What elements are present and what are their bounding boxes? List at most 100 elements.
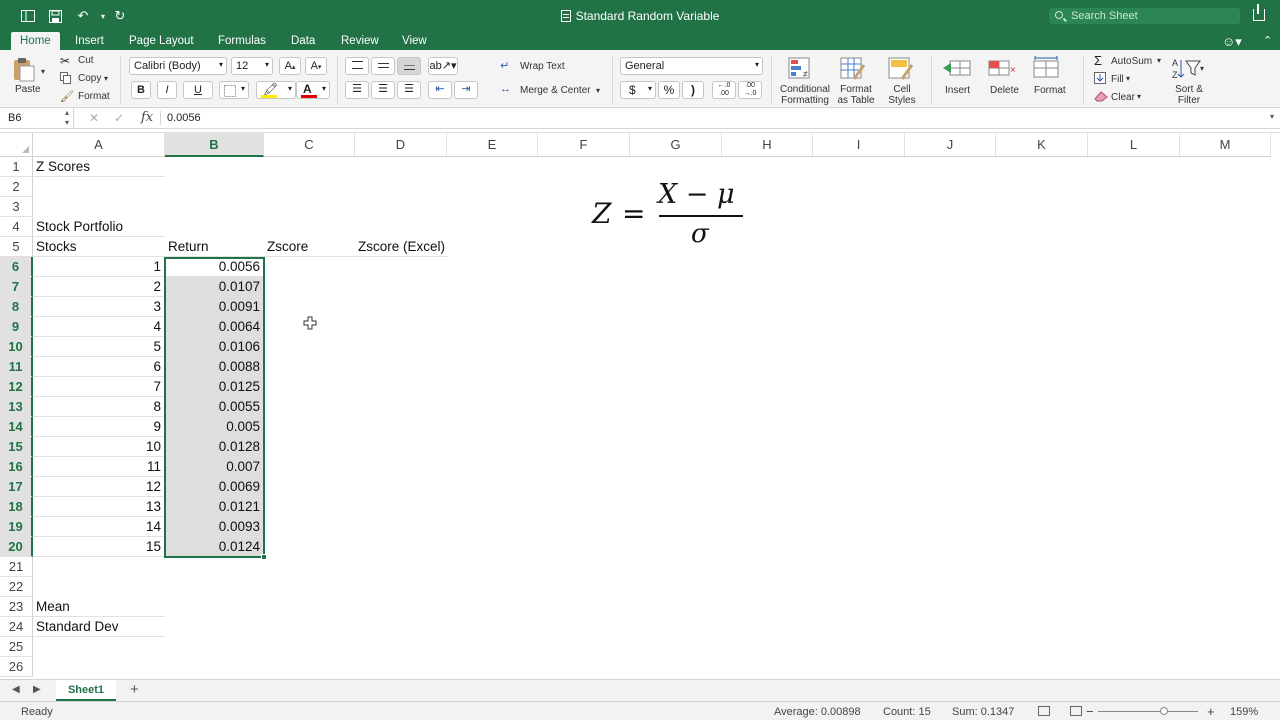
cell-b20[interactable]: 0.0124 xyxy=(165,537,264,557)
row-header-5[interactable]: 5 xyxy=(0,237,33,257)
row-header-24[interactable]: 24 xyxy=(0,617,33,637)
sort-filter-icon[interactable]: A Z ▾ xyxy=(1172,57,1206,84)
previous-sheet-icon[interactable]: ◀ xyxy=(12,684,20,695)
cell-b15[interactable]: 0.0128 xyxy=(165,437,264,457)
cell-a18[interactable]: 13 xyxy=(33,497,165,517)
tab-formulas[interactable]: Formulas xyxy=(209,32,275,50)
copy-dropdown-icon[interactable]: ▾ xyxy=(104,73,108,84)
search-sheet-input[interactable]: Search Sheet xyxy=(1049,8,1240,24)
collapse-ribbon-icon[interactable]: ⌃ xyxy=(1263,34,1272,47)
sort-filter-button[interactable]: Sort & Filter xyxy=(1170,84,1208,106)
cell-b13[interactable]: 0.0055 xyxy=(165,397,264,417)
column-header-e[interactable]: E xyxy=(447,133,538,157)
bold-button[interactable]: B xyxy=(131,81,151,99)
conditional-formatting-icon[interactable]: ≠ xyxy=(788,57,814,84)
row-header-7[interactable]: 7 xyxy=(0,277,33,297)
decrease-indent-button[interactable]: ⇤ xyxy=(428,81,452,99)
cell-a20[interactable]: 15 xyxy=(33,537,165,557)
cell-a5[interactable]: Stocks xyxy=(33,237,165,257)
delete-cells-icon[interactable]: × xyxy=(988,58,1018,83)
align-top-button[interactable] xyxy=(345,57,369,75)
cut-button[interactable]: Cut xyxy=(78,55,94,66)
chevron-down-icon[interactable]: ▾ xyxy=(596,85,600,96)
column-header-a[interactable]: A xyxy=(33,133,165,157)
column-header-f[interactable]: F xyxy=(538,133,630,157)
cell-b18[interactable]: 0.0121 xyxy=(165,497,264,517)
cut-icon[interactable]: ✂ xyxy=(60,54,70,68)
row-header-12[interactable]: 12 xyxy=(0,377,33,397)
feedback-smiley-icon[interactable]: ☺▾ xyxy=(1222,34,1242,50)
cell-b10[interactable]: 0.0106 xyxy=(165,337,264,357)
row-header-16[interactable]: 16 xyxy=(0,457,33,477)
cell-b19[interactable]: 0.0093 xyxy=(165,517,264,537)
column-header-k[interactable]: K xyxy=(996,133,1088,157)
cell-styles-button[interactable]: Cell Styles xyxy=(884,84,920,106)
cell-d5[interactable]: Zscore (Excel) xyxy=(355,237,449,257)
conditional-formatting-button[interactable]: Conditional Formatting xyxy=(778,84,832,106)
cell-a16[interactable]: 11 xyxy=(33,457,165,477)
align-center-button[interactable]: ☰ xyxy=(371,81,395,99)
wrap-text-button[interactable]: Wrap Text xyxy=(520,61,565,72)
chevron-down-icon[interactable]: ▾ xyxy=(1126,73,1130,84)
column-header-j[interactable]: J xyxy=(905,133,996,157)
row-header-1[interactable]: 1 xyxy=(0,157,33,177)
cell-a1[interactable]: Z Scores xyxy=(33,157,165,177)
format-button[interactable]: Format xyxy=(1034,85,1066,96)
cell-a15[interactable]: 10 xyxy=(33,437,165,457)
column-header-d[interactable]: D xyxy=(355,133,447,157)
cell-a11[interactable]: 6 xyxy=(33,357,165,377)
column-header-m[interactable]: M xyxy=(1180,133,1271,157)
copy-icon[interactable] xyxy=(60,72,72,87)
align-left-button[interactable]: ☰ xyxy=(345,81,369,99)
cell-b6[interactable]: 0.0056 xyxy=(165,257,264,277)
format-cells-icon[interactable] xyxy=(1033,56,1063,83)
tab-view[interactable]: View xyxy=(393,32,436,50)
align-right-button[interactable]: ☰ xyxy=(397,81,421,99)
column-header-g[interactable]: G xyxy=(630,133,722,157)
cell-b9[interactable]: 0.0064 xyxy=(165,317,264,337)
cancel-icon[interactable]: ✕ xyxy=(89,111,99,125)
row-header-25[interactable]: 25 xyxy=(0,637,33,657)
align-middle-button[interactable] xyxy=(371,57,395,75)
align-bottom-button[interactable] xyxy=(397,57,421,75)
clear-icon[interactable] xyxy=(1094,90,1108,105)
cell-styles-icon[interactable] xyxy=(888,57,914,84)
cell-b14[interactable]: 0.005 xyxy=(165,417,264,437)
row-header-9[interactable]: 9 xyxy=(0,317,33,337)
percent-button[interactable]: % xyxy=(658,81,680,99)
clear-button[interactable]: Clear xyxy=(1111,92,1135,103)
row-header-13[interactable]: 13 xyxy=(0,397,33,417)
insert-function-icon[interactable]: fx xyxy=(141,110,153,125)
enter-icon[interactable]: ✓ xyxy=(114,111,124,125)
tab-home[interactable]: Home xyxy=(11,32,60,50)
share-icon[interactable] xyxy=(1253,4,1265,21)
row-header-11[interactable]: 11 xyxy=(0,357,33,377)
increase-decimal-button[interactable]: ←.0.00 xyxy=(712,81,736,99)
copy-button[interactable]: Copy xyxy=(78,73,101,84)
next-sheet-icon[interactable]: ▶ xyxy=(33,684,41,695)
autosum-button[interactable]: AutoSum xyxy=(1111,56,1152,67)
italic-button[interactable]: I xyxy=(157,81,177,99)
expand-formula-bar-icon[interactable]: ▾ xyxy=(1270,112,1274,121)
column-header-i[interactable]: I xyxy=(813,133,905,157)
paste-icon[interactable] xyxy=(12,56,36,85)
cell-a7[interactable]: 2 xyxy=(33,277,165,297)
fill-icon[interactable] xyxy=(1094,72,1106,87)
z-score-formula-image[interactable]: Z = X − μ σ xyxy=(566,173,758,251)
row-header-10[interactable]: 10 xyxy=(0,337,33,357)
cell-b7[interactable]: 0.0107 xyxy=(165,277,264,297)
column-header-b[interactable]: B xyxy=(165,133,264,157)
decrease-font-size-button[interactable]: A▾ xyxy=(305,57,327,75)
chevron-down-icon[interactable]: ▾ xyxy=(1157,55,1161,66)
cell-a19[interactable]: 14 xyxy=(33,517,165,537)
delete-button[interactable]: Delete xyxy=(990,85,1019,96)
cell-b12[interactable]: 0.0125 xyxy=(165,377,264,397)
underline-button[interactable]: U xyxy=(183,81,213,99)
select-all-button[interactable] xyxy=(0,133,33,157)
page-layout-view-icon[interactable] xyxy=(1070,706,1082,716)
tab-page-layout[interactable]: Page Layout xyxy=(120,32,203,50)
autosum-icon[interactable]: Σ xyxy=(1094,53,1102,68)
fill-handle[interactable] xyxy=(261,554,267,560)
row-header-2[interactable]: 2 xyxy=(0,177,33,197)
orientation-button[interactable]: ab↗▾ xyxy=(428,57,458,75)
